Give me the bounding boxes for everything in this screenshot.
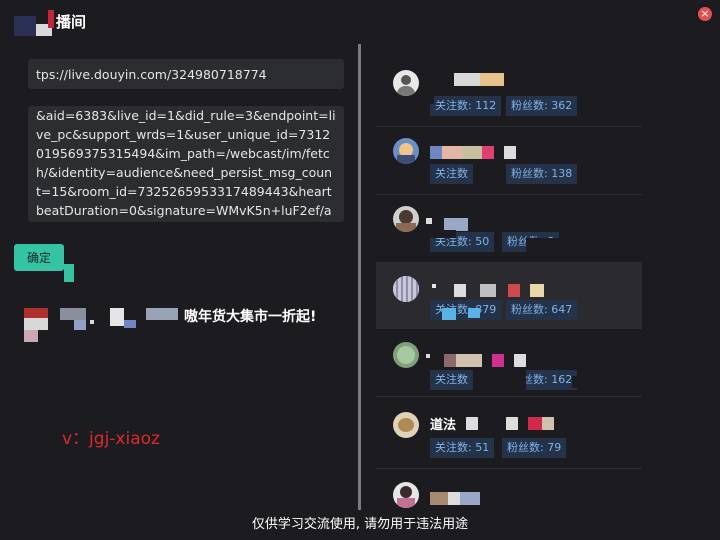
avatar-icon [393, 138, 419, 164]
live-room-title: 嗷年货大集市一折起! [24, 306, 354, 346]
pane-divider[interactable] [358, 44, 361, 510]
title-pixel-block [48, 10, 54, 28]
user-card[interactable]: 关注数: 112 粉丝数: 362 [376, 56, 642, 127]
title-pixel-block [14, 16, 36, 36]
avatar-icon [393, 412, 419, 438]
mosaic-block [496, 370, 526, 390]
window-title: 播间 [56, 13, 87, 31]
mosaic-block [442, 308, 456, 320]
fans-count-badge: 粉丝数: 647 [506, 300, 578, 320]
fans-count-badge: 粉丝数: 362 [506, 96, 578, 116]
live-title-text: 嗷年货大集市一折起! [184, 309, 317, 325]
confirm-button[interactable]: 确定 [14, 244, 64, 271]
mosaic-block [110, 308, 124, 326]
mosaic-block [90, 320, 94, 324]
user-name: 道法 [430, 418, 457, 433]
mosaic-block [420, 92, 434, 104]
user-card[interactable]: 关注数: 50 粉丝数: 8 [376, 194, 642, 263]
mosaic-block [526, 238, 566, 254]
mosaic-block [60, 308, 86, 320]
avatar-icon [393, 206, 419, 232]
avatar-icon [393, 276, 419, 302]
follow-count-badge: 关注数 [430, 164, 473, 184]
mosaic-block [430, 230, 456, 238]
mosaic-block [24, 318, 48, 330]
left-pane: &aid=6383&live_id=1&did_rule=3&endpoint=… [0, 44, 358, 510]
avatar-icon [393, 70, 419, 96]
mosaic-block [74, 320, 86, 330]
user-card[interactable]: 关注数 粉丝数: 162 [376, 328, 642, 397]
live-url-input[interactable] [28, 59, 344, 89]
user-card[interactable]: 关注数 粉丝数: 138 [376, 126, 642, 195]
title-bar: 播间 × [0, 0, 720, 44]
mosaic-block [468, 308, 480, 318]
confirm-pixel-block [64, 264, 74, 282]
mosaic-block [24, 330, 38, 342]
follow-count-badge: 关注数: 112 [430, 96, 502, 116]
user-card[interactable] [376, 468, 642, 510]
close-icon[interactable]: × [698, 7, 712, 21]
mosaic-block [480, 164, 500, 176]
mosaic-block [572, 376, 584, 388]
user-card[interactable]: 关注数: 879 粉丝数: 647 [376, 262, 642, 329]
footer-notice: 仅供学习交流使用, 请勿用于违法用途 [0, 510, 720, 540]
avatar-icon [393, 482, 419, 508]
mosaic-block [124, 320, 136, 328]
follow-count-badge: 关注数 [430, 370, 473, 390]
params-textarea[interactable]: &aid=6383&live_id=1&did_rule=3&endpoint=… [28, 106, 344, 222]
follow-count-badge: 关注数: 51 [430, 438, 495, 458]
fans-count-badge: 粉丝数: 138 [506, 164, 578, 184]
avatar-icon [393, 342, 419, 368]
fans-count-badge: 粉丝数: 79 [502, 438, 567, 458]
follow-count-badge: 关注数: 879 [430, 300, 502, 320]
user-card[interactable]: 道法 关注数: 51 粉丝数: 79 [376, 396, 642, 469]
user-list[interactable]: 关注数: 112 粉丝数: 362 关注数 粉丝数: 138 关注数: 50 关… [376, 56, 642, 510]
mosaic-block [146, 308, 178, 320]
wechat-contact: v：jgj-xiaoz [62, 429, 160, 449]
mosaic-block [24, 308, 48, 318]
